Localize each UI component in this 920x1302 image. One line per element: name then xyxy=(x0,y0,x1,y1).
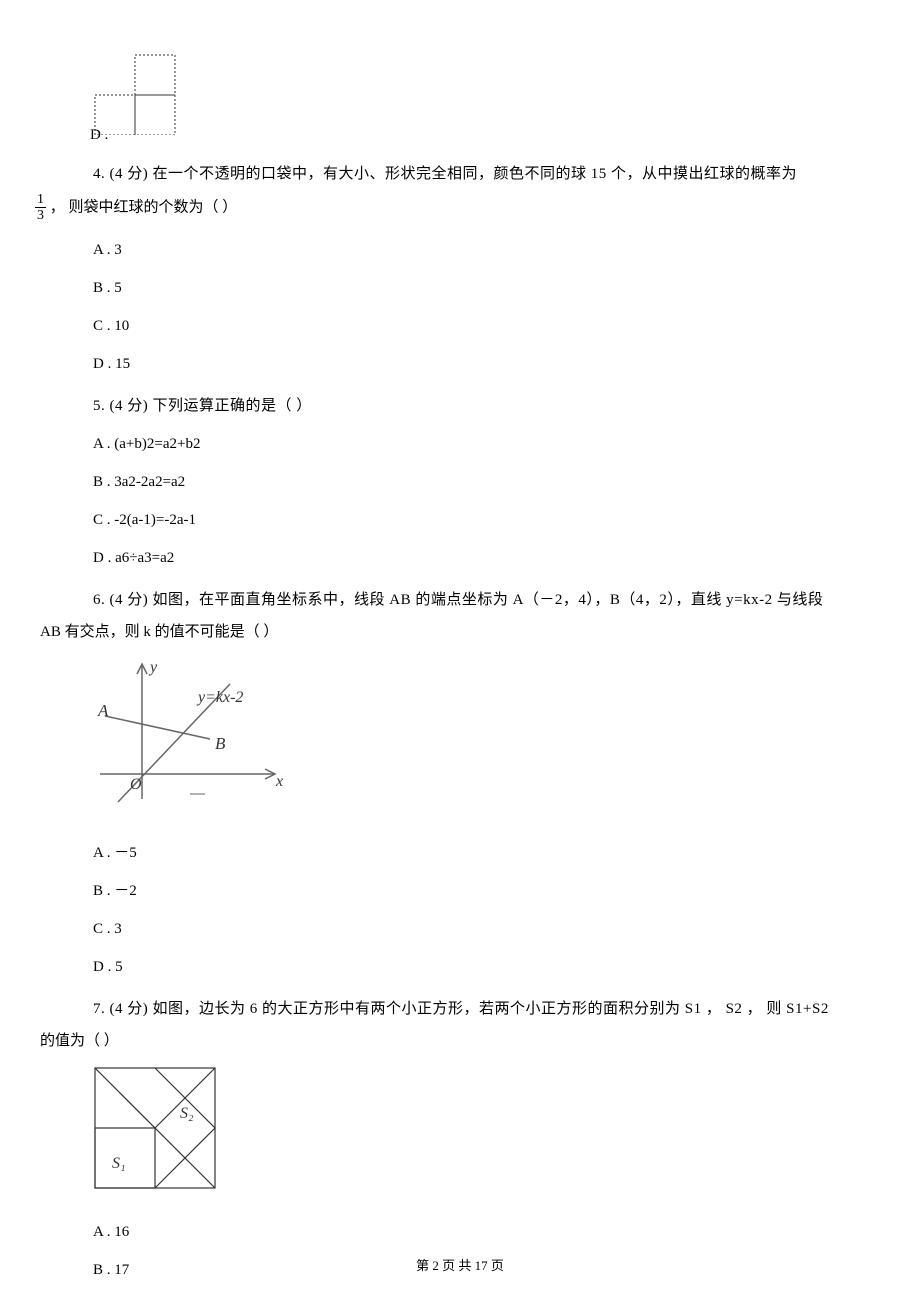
q4-optA: A . 3 xyxy=(93,238,890,262)
q7-stem-line2: 的值为（ ） xyxy=(40,1029,890,1053)
line-eq-label: y=kx-2 xyxy=(196,689,243,706)
fraction-one-third: 1 3 xyxy=(35,192,46,224)
q4-stem-line1: 4. (4 分) 在一个不透明的口袋中，有大小、形状完全相同，颜色不同的球 15… xyxy=(65,162,890,186)
q6-stem-line1: 6. (4 分) 如图，在平面直角坐标系中，线段 AB 的端点坐标为 A（－2，… xyxy=(65,588,890,612)
q5-optD: D . a6÷a3=a2 xyxy=(93,546,890,570)
q6-stem-line2: AB 有交点，则 k 的值不可能是（ ） xyxy=(40,620,890,644)
q5-optB: B . 3a2-2a2=a2 xyxy=(93,470,890,494)
q6-optA: A . －5 xyxy=(93,841,890,865)
q6-optC: C . 3 xyxy=(93,917,890,941)
axis-x-label: x xyxy=(275,773,283,790)
q7-figure: S₁ S₂ xyxy=(90,1063,890,1206)
origin-label: O xyxy=(130,776,142,793)
q7-optA: A . 16 xyxy=(93,1220,890,1244)
question-6: 6. (4 分) 如图，在平面直角坐标系中，线段 AB 的端点坐标为 A（－2，… xyxy=(30,588,890,979)
q4-stem-rest: ， 则袋中红球的个数为（ ） xyxy=(50,199,238,215)
squares-figure-icon: S₁ S₂ xyxy=(90,1063,225,1198)
q4-optB: B . 5 xyxy=(93,276,890,300)
fraction-denominator: 3 xyxy=(35,208,46,223)
question-5: 5. (4 分) 下列运算正确的是（ ） A . (a+b)2=a2+b2 B … xyxy=(30,394,890,570)
question-4: 4. (4 分) 在一个不透明的口袋中，有大小、形状完全相同，颜色不同的球 15… xyxy=(30,162,890,376)
question-7: 7. (4 分) 如图，边长为 6 的大正方形中有两个小正方形，若两个小正方形的… xyxy=(30,997,890,1282)
q3-optD-label: D . xyxy=(90,123,890,147)
fraction-numerator: 1 xyxy=(35,192,46,208)
s1-label: S₁ xyxy=(112,1155,126,1172)
page-footer: 第 2 页 共 17 页 xyxy=(0,1256,920,1277)
q6-figure: y x O A B y=kx-2 xyxy=(90,654,890,827)
q4-optC: C . 10 xyxy=(93,314,890,338)
point-B-label: B xyxy=(215,734,226,753)
q5-optC: C . -2(a-1)=-2a-1 xyxy=(93,508,890,532)
s2-label: S₂ xyxy=(180,1105,194,1122)
q7-stem-line1: 7. (4 分) 如图，边长为 6 的大正方形中有两个小正方形，若两个小正方形的… xyxy=(65,997,890,1021)
axis-y-label: y xyxy=(148,659,158,676)
q6-optB: B . －2 xyxy=(93,879,890,903)
coordinate-plane-icon: y x O A B y=kx-2 xyxy=(90,654,290,819)
q4-optD: D . 15 xyxy=(93,352,890,376)
q6-optD: D . 5 xyxy=(93,955,890,979)
point-A-label: A xyxy=(97,701,109,720)
q5-stem: 5. (4 分) 下列运算正确的是（ ） xyxy=(65,394,890,418)
q5-optA: A . (a+b)2=a2+b2 xyxy=(93,432,890,456)
q4-stem-line2: 1 3 ， 则袋中红球的个数为（ ） xyxy=(30,192,890,224)
